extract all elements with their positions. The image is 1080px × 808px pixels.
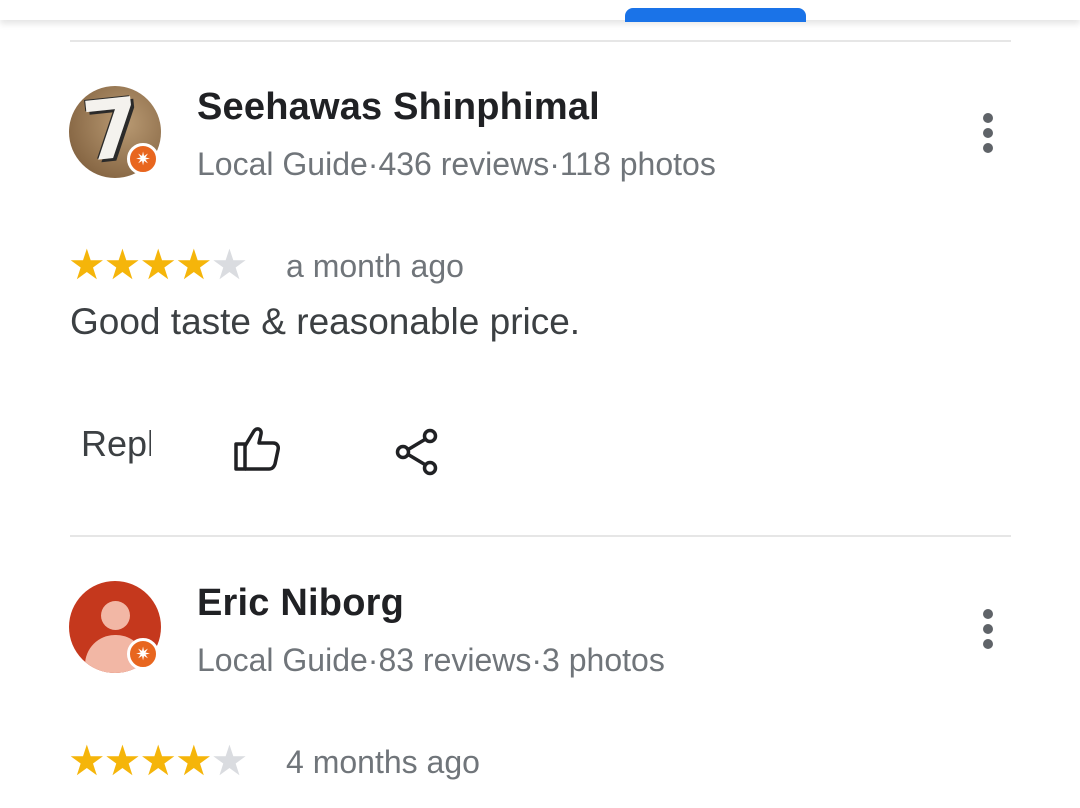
reviewer-meta: Local Guide·436 reviews·118 photos — [197, 146, 716, 182]
star-filled-icon: ★ — [103, 241, 142, 288]
star-empty-icon: ★ — [210, 241, 249, 288]
divider — [70, 40, 1011, 42]
star-rating: ★★★★★ — [68, 737, 249, 784]
star-empty-icon: ★ — [210, 737, 249, 784]
star-filled-icon: ★ — [139, 241, 177, 288]
star-filled-icon: ★ — [174, 241, 213, 288]
share-icon[interactable] — [394, 427, 444, 477]
avatar-head — [101, 601, 130, 630]
tab-bar — [0, 0, 1080, 22]
reviewer-meta: Local Guide·83 reviews·3 photos — [197, 642, 665, 678]
star-filled-icon: ★ — [139, 737, 177, 784]
review-time: a month ago — [286, 248, 464, 284]
reviews-screen: 7 ✷ Seehawas Shinphimal Local Guide·436 … — [0, 0, 1080, 808]
more-vert-icon[interactable] — [978, 113, 998, 157]
local-guide-star-icon: ✷ — [127, 638, 159, 670]
active-tab-indicator — [625, 8, 806, 22]
thumbs-up-icon[interactable] — [232, 424, 282, 474]
review-text: Good taste & reasonable price. — [70, 301, 581, 342]
review-time: 4 months ago — [286, 744, 480, 780]
star-filled-icon: ★ — [174, 737, 213, 784]
more-vert-icon[interactable] — [978, 609, 998, 653]
reviewer-name[interactable]: Eric Niborg — [197, 582, 404, 625]
star-rating: ★★★★★ — [68, 241, 249, 288]
reply-button[interactable]: Reply — [81, 423, 151, 465]
local-guide-star-icon: ✷ — [127, 143, 159, 175]
reviewer-name[interactable]: Seehawas Shinphimal — [197, 86, 600, 129]
star-filled-icon: ★ — [68, 241, 106, 288]
star-filled-icon: ★ — [103, 737, 142, 784]
star-filled-icon: ★ — [68, 737, 106, 784]
divider — [70, 535, 1011, 537]
